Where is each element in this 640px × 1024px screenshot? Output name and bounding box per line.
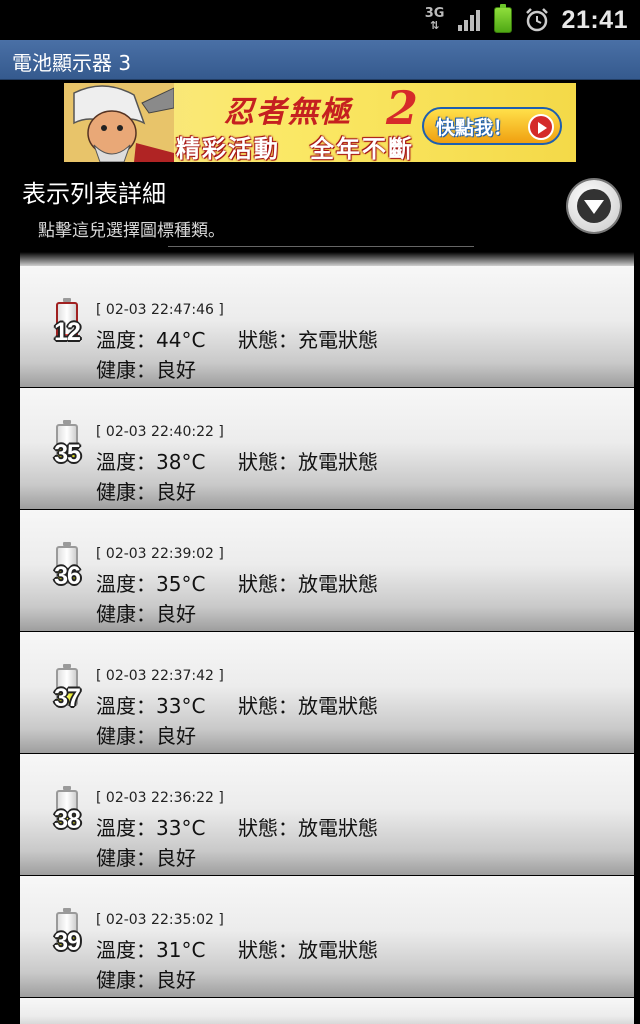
status-clock: 21:41 [561,5,628,34]
record-state: 狀態：放電狀態 [238,572,378,596]
battery-history-list[interactable]: 12 [ 02-03 22:47:46 ] 溫度：44°C 狀態：充電狀態 健康… [20,252,634,1024]
battery-level-icon: 36 [48,542,86,594]
network-3g-icon: 3G ⇅ [424,7,446,32]
battery-level-number: 38 [54,806,81,834]
list-item[interactable]: 35 [ 02-03 22:40:22 ] 溫度：38°C 狀態：放電狀態 健康… [20,388,634,509]
record-health: 健康：良好 [96,480,196,504]
signal-icon [457,9,482,31]
record-temperature: 溫度：38°C [96,450,206,474]
record-time: [ 02-03 22:37:42 ] [96,668,224,684]
record-temperature: 溫度：31°C [96,938,206,962]
divider [168,246,474,247]
record-state: 狀態：放電狀態 [238,694,378,718]
ad-tagline-right: 全年不斷 [310,135,414,162]
record-health: 健康：良好 [96,602,196,626]
battery-level-icon: 38 [48,786,86,838]
status-bar: 3G ⇅ 21:41 [0,0,640,40]
battery-level-number: 12 [54,318,81,346]
list-top-fade [20,252,634,266]
record-time: [ 02-03 22:35:02 ] [96,912,224,928]
record-health: 健康：良好 [96,358,196,382]
record-health: 健康：良好 [96,846,196,870]
record-state: 狀態：放電狀態 [238,816,378,840]
record-health: 健康：良好 [96,968,196,992]
ad-logo-number: 2 [386,83,419,135]
section-subtitle[interactable]: 點擊這兒選擇圖標種類。 [38,216,225,241]
record-time: [ 02-03 22:36:22 ] [96,790,224,806]
battery-icon [493,4,512,33]
record-temperature: 溫度：35°C [96,572,206,596]
ad-tagline-left: 精彩活動 [176,135,280,162]
app-title-bar: 電池顯示器 3 [0,40,640,80]
network-arrows-icon: ⇅ [429,19,440,32]
app-title: 電池顯示器 3 [12,51,132,75]
chevron-down-circle-icon [577,189,611,223]
list-item[interactable]: 36 [ 02-03 22:39:02 ] 溫度：35°C 狀態：放電狀態 健康… [20,510,634,631]
record-health: 健康：良好 [96,724,196,748]
icon-type-selector-button[interactable] [568,180,620,232]
battery-level-icon: 35 [48,420,86,472]
section-title[interactable]: 表示列表詳細 [22,174,166,209]
battery-level-icon: 39 [48,908,86,960]
record-time: [ 02-03 22:47:46 ] [96,302,224,318]
record-state: 狀態：充電狀態 [238,328,378,352]
arrow-right-icon [528,114,554,140]
record-state: 狀態：放電狀態 [238,938,378,962]
record-time: [ 02-03 22:40:22 ] [96,424,224,440]
record-state: 狀態：放電狀態 [238,450,378,474]
list-item[interactable]: 37 [ 02-03 22:37:42 ] 溫度：33°C 狀態：放電狀態 健康… [20,632,634,753]
record-time: [ 02-03 22:39:02 ] [96,546,224,562]
battery-level-icon: 37 [48,664,86,716]
list-item[interactable]: 38 [ 02-03 22:36:22 ] 溫度：33°C 狀態：放電狀態 健康… [20,754,634,875]
ad-cta-label: 快點我！ [436,116,513,139]
record-temperature: 溫度：44°C [96,328,206,352]
battery-level-number: 36 [54,562,81,590]
ad-tagline: 精彩活動 全年不斷 [176,129,414,162]
record-temperature: 溫度：33°C [96,816,206,840]
list-item[interactable]: 12 [ 02-03 22:47:46 ] 溫度：44°C 狀態：充電狀態 健康… [20,266,634,387]
ad-character-image [64,83,174,162]
ad-banner[interactable]: 忍者無極 2 精彩活動 全年不斷 快點我！ [64,83,576,162]
battery-level-icon: 12 [48,298,86,350]
list-item-partial[interactable] [20,998,634,1024]
record-temperature: 溫度：33°C [96,694,206,718]
battery-level-number: 37 [54,684,81,712]
list-item[interactable]: 39 [ 02-03 22:35:02 ] 溫度：31°C 狀態：放電狀態 健康… [20,876,634,997]
alarm-icon [525,8,548,32]
battery-level-number: 35 [54,440,81,468]
ad-cta-button[interactable]: 快點我！ [422,107,562,145]
battery-level-number: 39 [54,928,81,956]
ad-logo: 忍者無極 [224,95,352,130]
